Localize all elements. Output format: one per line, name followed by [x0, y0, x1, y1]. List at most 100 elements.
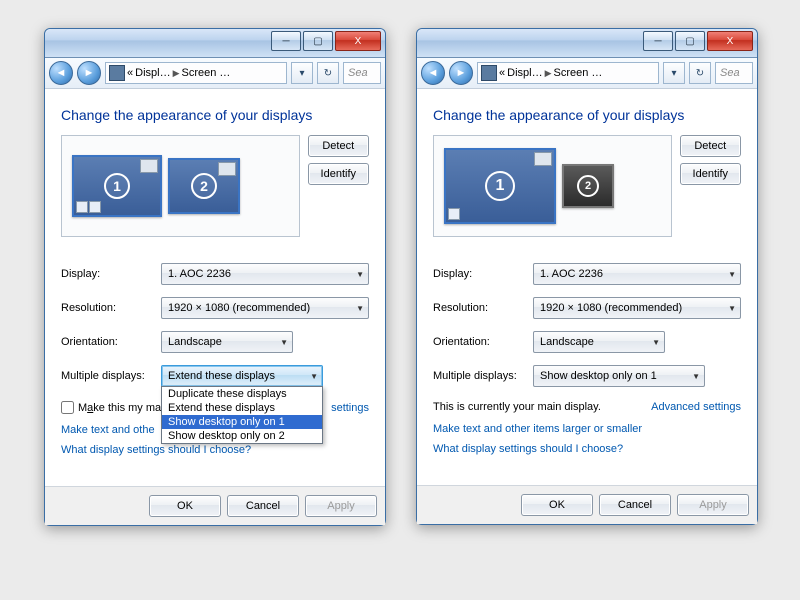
breadcrumb-prefix: «: [127, 67, 133, 79]
dropdown-option[interactable]: Extend these displays: [162, 401, 322, 415]
display-value: 1. AOC 2236: [168, 268, 231, 280]
main-display-text: This is currently your main display.: [433, 401, 601, 413]
control-panel-icon: [481, 65, 497, 81]
monitor-2-inactive[interactable]: 2: [562, 164, 614, 208]
breadcrumb-item: Displ…: [507, 67, 542, 79]
multiple-displays-label: Multiple displays:: [61, 370, 161, 382]
multiple-displays-value: Show desktop only on 1: [540, 370, 657, 382]
cancel-button[interactable]: Cancel: [599, 494, 671, 516]
window-right: ─ ▢ X ◄ ► « Displ… ▶ Screen … ▾ ↻ Sea Ch…: [416, 28, 758, 525]
orientation-dropdown[interactable]: Landscape ▼: [533, 331, 665, 353]
chevron-right-icon: ▶: [173, 68, 180, 79]
main-display-checkbox[interactable]: [61, 401, 74, 414]
breadcrumb[interactable]: « Displ… ▶ Screen …: [105, 62, 287, 84]
back-button[interactable]: ◄: [421, 61, 445, 85]
chevron-right-icon: ▶: [545, 68, 552, 79]
monitor-number: 2: [191, 173, 217, 199]
resolution-value: 1920 × 1080 (recommended): [168, 302, 310, 314]
monitor-arrangement[interactable]: 1 2: [61, 135, 300, 237]
refresh-button[interactable]: ↻: [317, 62, 339, 84]
breadcrumb-item: Displ…: [135, 67, 170, 79]
breadcrumb-prefix: «: [499, 67, 505, 79]
orientation-dropdown[interactable]: Landscape▼: [161, 331, 293, 353]
help-link[interactable]: What display settings should I choose?: [433, 443, 741, 455]
forward-button[interactable]: ►: [449, 61, 473, 85]
breadcrumb-item: Screen …: [554, 67, 603, 79]
search-input[interactable]: Sea: [715, 62, 753, 84]
resolution-dropdown[interactable]: 1920 × 1080 (recommended) ▼: [161, 297, 369, 319]
toolbar: ◄ ► « Displ… ▶ Screen … ▾ ↻ Sea: [45, 58, 385, 89]
orientation-value: Landscape: [540, 336, 594, 348]
dropdown-option[interactable]: Show desktop only on 2: [162, 429, 322, 443]
detect-button[interactable]: Detect: [680, 135, 741, 157]
apply-button[interactable]: Apply: [677, 494, 749, 516]
content: Change the appearance of your displays 1…: [45, 89, 385, 468]
advanced-settings-link[interactable]: Advanced settings: [651, 401, 741, 413]
orientation-value: Landscape: [168, 336, 222, 348]
breadcrumb[interactable]: « Displ… ▶ Screen …: [477, 62, 659, 84]
taskbar-icon: [76, 201, 101, 213]
forward-button[interactable]: ►: [77, 61, 101, 85]
control-panel-icon: [109, 65, 125, 81]
maximize-button[interactable]: ▢: [303, 31, 333, 51]
page-title: Change the appearance of your displays: [61, 107, 369, 123]
multiple-displays-dropdown[interactable]: Extend these displays▼: [161, 365, 323, 387]
cancel-button[interactable]: Cancel: [227, 495, 299, 517]
search-input[interactable]: Sea: [343, 62, 381, 84]
titlebar: ─ ▢ X: [417, 29, 757, 58]
display-dropdown[interactable]: 1. AOC 2236 ▼: [533, 263, 741, 285]
display-dropdown[interactable]: 1. AOC 2236 ▼: [161, 263, 369, 285]
display-value: 1. AOC 2236: [540, 268, 603, 280]
chevron-down-icon: ▼: [356, 304, 364, 313]
resolution-dropdown[interactable]: 1920 × 1080 (recommended)▼: [533, 297, 741, 319]
maximize-button[interactable]: ▢: [675, 31, 705, 51]
close-button[interactable]: X: [707, 31, 753, 51]
detect-button[interactable]: Detect: [308, 135, 369, 157]
window-left: ─ ▢ X ◄ ► « Displ… ▶ Screen … ▾ ↻ Sea Ch…: [44, 28, 386, 526]
refresh-button[interactable]: ↻: [689, 62, 711, 84]
identify-button[interactable]: Identify: [680, 163, 741, 185]
help-link[interactable]: What display settings should I choose?: [61, 444, 369, 456]
orientation-label: Orientation:: [433, 336, 533, 348]
minimize-button[interactable]: ─: [643, 31, 673, 51]
minimize-button[interactable]: ─: [271, 31, 301, 51]
dropdown-option[interactable]: Show desktop only on 1: [162, 415, 322, 429]
monitor-arrangement[interactable]: 1 2: [433, 135, 672, 237]
multiple-displays-label: Multiple displays:: [433, 370, 533, 382]
chevron-down-icon: ▼: [728, 270, 736, 279]
resolution-label: Resolution:: [433, 302, 533, 314]
dropdown-history-button[interactable]: ▾: [663, 62, 685, 84]
text-size-link[interactable]: Make text and other items larger or smal…: [433, 423, 741, 435]
chevron-down-icon: ▼: [356, 270, 364, 279]
monitor-1[interactable]: 1: [444, 148, 556, 224]
multiple-displays-options[interactable]: Duplicate these displaysExtend these dis…: [161, 386, 323, 444]
monitor-number: 1: [104, 173, 130, 199]
back-button[interactable]: ◄: [49, 61, 73, 85]
dialog-footer: OK Cancel Apply: [45, 486, 385, 525]
multiple-displays-dropdown[interactable]: Show desktop only on 1 ▼: [533, 365, 705, 387]
chevron-down-icon: ▼: [692, 372, 700, 381]
dropdown-history-button[interactable]: ▾: [291, 62, 313, 84]
apply-button[interactable]: Apply: [305, 495, 377, 517]
main-display-label-partial: Make this my ma: [78, 402, 161, 414]
ok-button[interactable]: OK: [521, 494, 593, 516]
taskbar-icon: [448, 208, 460, 220]
dropdown-option[interactable]: Duplicate these displays: [162, 387, 322, 401]
monitor-1[interactable]: 1: [72, 155, 162, 217]
identify-button[interactable]: Identify: [308, 163, 369, 185]
monitor-number: 2: [577, 175, 599, 197]
monitor-2[interactable]: 2: [168, 158, 240, 214]
ok-button[interactable]: OK: [149, 495, 221, 517]
resolution-value: 1920 × 1080 (recommended): [540, 302, 682, 314]
titlebar: ─ ▢ X: [45, 29, 385, 58]
orientation-label: Orientation:: [61, 336, 161, 348]
close-button[interactable]: X: [335, 31, 381, 51]
resolution-label: Resolution:: [61, 302, 161, 314]
display-label: Display:: [433, 268, 533, 280]
multiple-displays-value: Extend these displays: [168, 370, 275, 382]
dialog-footer: OK Cancel Apply: [417, 485, 757, 524]
chevron-down-icon: ▼: [652, 338, 660, 347]
window-icon: [218, 162, 236, 176]
content: Change the appearance of your displays 1…: [417, 89, 757, 467]
advanced-settings-link-partial[interactable]: settings: [331, 402, 369, 414]
